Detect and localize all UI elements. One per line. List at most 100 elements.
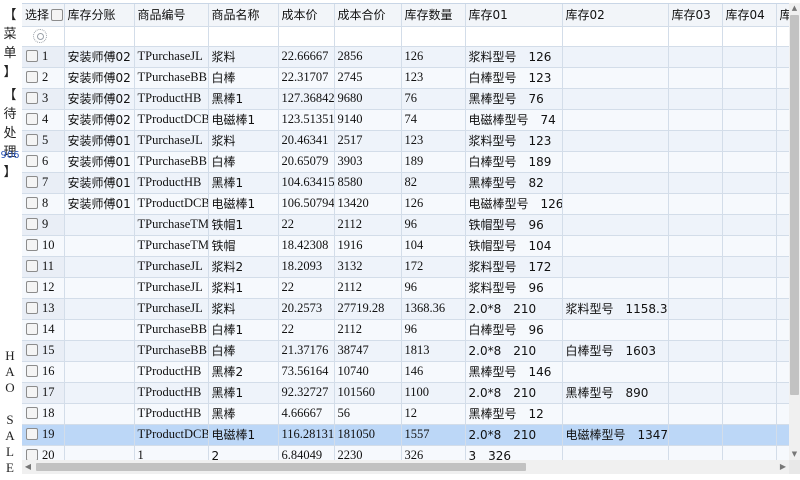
cell-stock-qty[interactable]: 1368.36 (401, 298, 466, 320)
cell-stock-01[interactable]: 2.0*8 210 (465, 382, 563, 404)
cell-empty[interactable] (668, 235, 723, 257)
cell-stock-02[interactable] (562, 403, 669, 425)
cell-stock-02[interactable] (562, 361, 669, 383)
cell-product-name[interactable]: 黑棒1 (208, 88, 279, 110)
cell-account[interactable] (64, 382, 135, 404)
row-select-cell[interactable]: 14 (22, 319, 65, 341)
cell-cost-total[interactable]: 38747 (334, 340, 402, 362)
cell-product-code[interactable]: TPurchaseBB (134, 67, 209, 89)
cell-product-name[interactable]: 白棒 (208, 151, 279, 173)
cell-cost-price[interactable]: 22 (278, 277, 335, 299)
cell-cost-total[interactable]: 2856 (334, 46, 402, 68)
row-select-cell[interactable]: 18 (22, 403, 65, 425)
cell-cost-total[interactable]: 8580 (334, 172, 402, 194)
cell-stock-qty[interactable]: 1100 (401, 382, 466, 404)
cell-empty[interactable] (668, 361, 723, 383)
table-row[interactable]: 4 安装师傅02 TProductDCB 电磁棒1 123.51351 9140 74 电磁棒… (22, 109, 789, 131)
cell-empty[interactable] (668, 151, 723, 173)
cell-stock-01[interactable]: 白棒型号 123 (465, 67, 563, 89)
cell-product-name[interactable]: 白棒1 (208, 319, 279, 341)
cell-empty[interactable] (668, 424, 723, 446)
cell-empty[interactable] (776, 340, 789, 362)
cell-cost-price[interactable]: 21.37176 (278, 340, 335, 362)
cell-empty[interactable] (722, 88, 777, 110)
row-checkbox[interactable] (26, 50, 38, 62)
cell-empty[interactable] (668, 130, 723, 152)
cell-stock-01[interactable]: 浆料型号 96 (465, 277, 563, 299)
cell-cost-total[interactable]: 13420 (334, 193, 402, 215)
cell-stock-02[interactable] (562, 256, 669, 278)
cell-product-name[interactable]: 黑棒1 (208, 382, 279, 404)
horizontal-scroll-thumb[interactable] (36, 463, 526, 471)
row-checkbox[interactable] (26, 428, 38, 440)
cell-product-code[interactable]: TPurchaseJL (134, 130, 209, 152)
row-select-cell[interactable]: 16 (22, 361, 65, 383)
row-select-cell[interactable]: 7 (22, 172, 65, 194)
filter-cell[interactable] (562, 26, 669, 47)
cell-product-name[interactable]: 黑棒2 (208, 361, 279, 383)
cell-empty[interactable] (722, 235, 777, 257)
cell-product-name[interactable]: 电磁棒1 (208, 424, 279, 446)
cell-cost-total[interactable]: 181050 (334, 424, 402, 446)
row-select-cell[interactable]: 8 (22, 193, 65, 215)
cell-stock-qty[interactable]: 126 (401, 46, 466, 68)
cell-cost-total[interactable]: 1916 (334, 235, 402, 257)
cell-cost-total[interactable]: 9140 (334, 109, 402, 131)
cell-stock-qty[interactable]: 126 (401, 193, 466, 215)
cell-product-name[interactable]: 黑棒 (208, 403, 279, 425)
header-account[interactable]: 库存分账 (64, 4, 135, 27)
cell-empty[interactable] (668, 403, 723, 425)
row-select-cell[interactable]: 6 (22, 151, 65, 173)
header-select[interactable]: 选择 (22, 4, 65, 27)
row-select-cell[interactable]: 15 (22, 340, 65, 362)
cell-product-code[interactable]: TProductHB (134, 403, 209, 425)
cell-empty[interactable] (668, 445, 723, 460)
cell-stock-02[interactable]: 黑棒型号 890 (562, 382, 669, 404)
cell-empty[interactable] (776, 256, 789, 278)
cell-stock-qty[interactable]: 76 (401, 88, 466, 110)
column-settings-cell[interactable] (22, 26, 65, 47)
cell-product-name[interactable]: 电磁棒1 (208, 109, 279, 131)
cell-product-name[interactable]: 电磁棒1 (208, 193, 279, 215)
cell-cost-price[interactable]: 92.32727 (278, 382, 335, 404)
gear-icon[interactable] (33, 29, 47, 43)
row-select-cell[interactable]: 9 (22, 214, 65, 236)
row-checkbox[interactable] (26, 71, 38, 83)
cell-empty[interactable] (722, 172, 777, 194)
header-stock-01[interactable]: 库存01 (465, 4, 563, 27)
cell-cost-total[interactable]: 3132 (334, 256, 402, 278)
cell-product-code[interactable]: TPurchaseJL (134, 256, 209, 278)
cell-product-name[interactable]: 白棒 (208, 340, 279, 362)
cell-empty[interactable] (668, 277, 723, 299)
cell-product-code[interactable]: TPurchaseTM (134, 214, 209, 236)
cell-empty[interactable] (776, 361, 789, 383)
cell-empty[interactable] (668, 172, 723, 194)
cell-stock-01[interactable]: 电磁棒型号 126 (465, 193, 563, 215)
filter-cell[interactable] (722, 26, 777, 47)
cell-empty[interactable] (722, 340, 777, 362)
cell-empty[interactable] (722, 214, 777, 236)
cell-stock-02[interactable] (562, 130, 669, 152)
cell-account[interactable] (64, 361, 135, 383)
row-checkbox[interactable] (26, 113, 38, 125)
cell-product-code[interactable]: TPurchaseJL (134, 277, 209, 299)
scroll-left-arrow-icon[interactable]: ◀ (22, 460, 34, 474)
filter-cell[interactable] (465, 26, 563, 47)
row-checkbox[interactable] (26, 218, 38, 230)
cell-stock-01[interactable]: 黑棒型号 82 (465, 172, 563, 194)
table-row[interactable]: 20 1 2 6.84049 2230 326 3 326 (22, 445, 789, 460)
cell-stock-01[interactable]: 黑棒型号 76 (465, 88, 563, 110)
cell-empty[interactable] (722, 256, 777, 278)
row-checkbox[interactable] (26, 239, 38, 251)
cell-empty[interactable] (668, 109, 723, 131)
cell-cost-price[interactable]: 123.51351 (278, 109, 335, 131)
cell-stock-02[interactable]: 白棒型号 1603 (562, 340, 669, 362)
row-select-cell[interactable]: 1 (22, 46, 65, 68)
cell-empty[interactable] (776, 277, 789, 299)
table-row[interactable]: 14 TPurchaseBB 白棒1 22 2112 96 白棒型号 96 (22, 319, 789, 341)
cell-empty[interactable] (776, 298, 789, 320)
cell-cost-price[interactable]: 22 (278, 214, 335, 236)
cell-cost-total[interactable]: 10740 (334, 361, 402, 383)
cell-empty[interactable] (722, 403, 777, 425)
header-stock-05-partial[interactable]: 库 (776, 4, 789, 27)
